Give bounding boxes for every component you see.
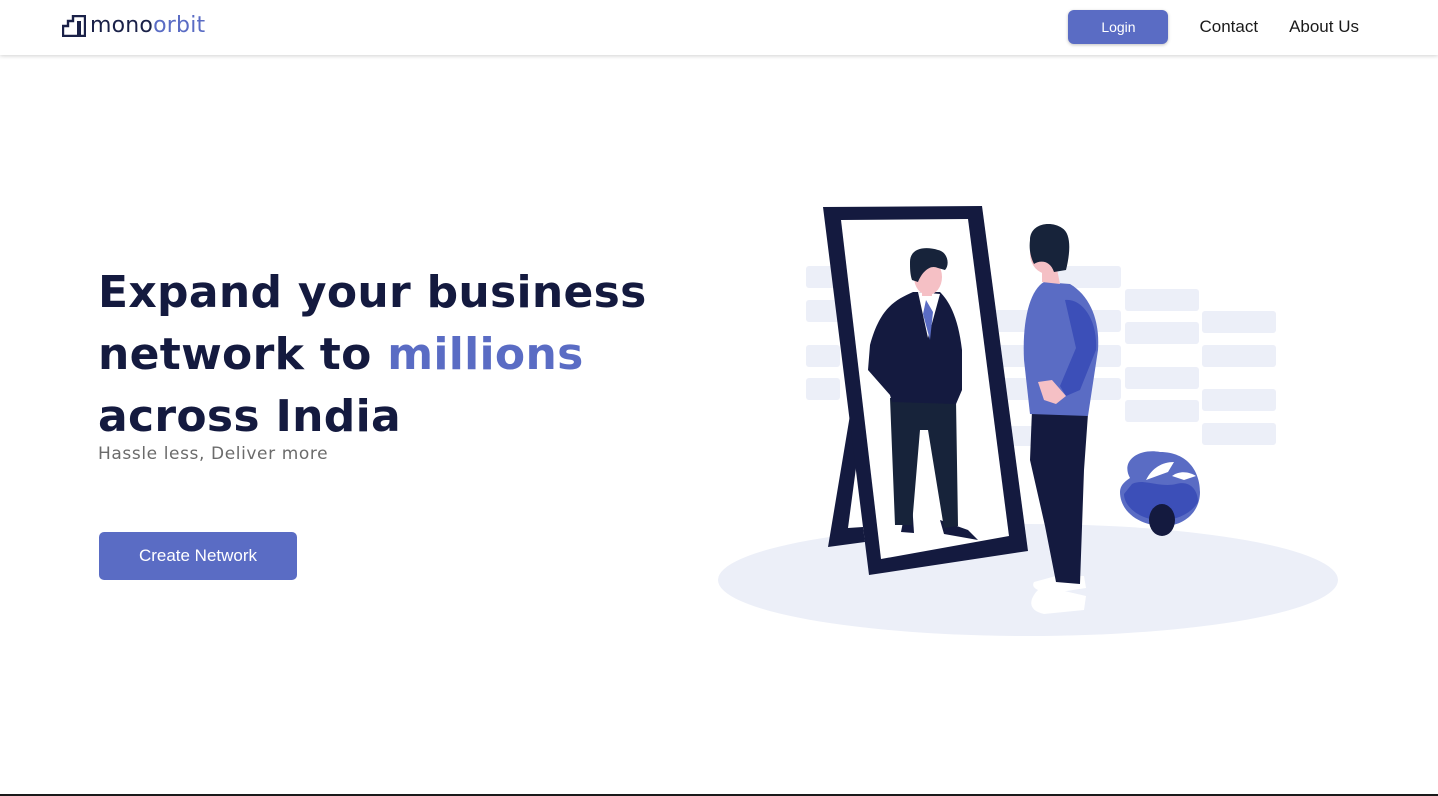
- monorbit-logo-icon: [62, 15, 86, 37]
- nav-contact-link[interactable]: Contact: [1199, 17, 1258, 37]
- brand-name: monoorbit: [90, 13, 206, 38]
- brand-logo[interactable]: monoorbit: [62, 12, 205, 40]
- headline-highlight: millions: [387, 329, 584, 380]
- man-mirror-illustration: [718, 206, 1338, 636]
- create-network-button[interactable]: Create Network: [99, 532, 297, 580]
- top-navbar: monoorbit Login Contact About Us: [0, 0, 1438, 55]
- login-button[interactable]: Login: [1068, 10, 1169, 44]
- headline-line-3: across India: [98, 391, 401, 442]
- hero-section: Expand your business network to millions…: [98, 262, 658, 464]
- headline-line-2-prefix: network to: [98, 329, 388, 380]
- floor-shadow: [718, 524, 1338, 636]
- nav-links: Login Contact About Us: [1068, 10, 1359, 44]
- nav-about-link[interactable]: About Us: [1289, 17, 1359, 37]
- headline-line-1: Expand your business: [98, 267, 647, 318]
- hero-headline: Expand your business network to millions…: [98, 262, 658, 448]
- plant-decoration: [1120, 451, 1200, 536]
